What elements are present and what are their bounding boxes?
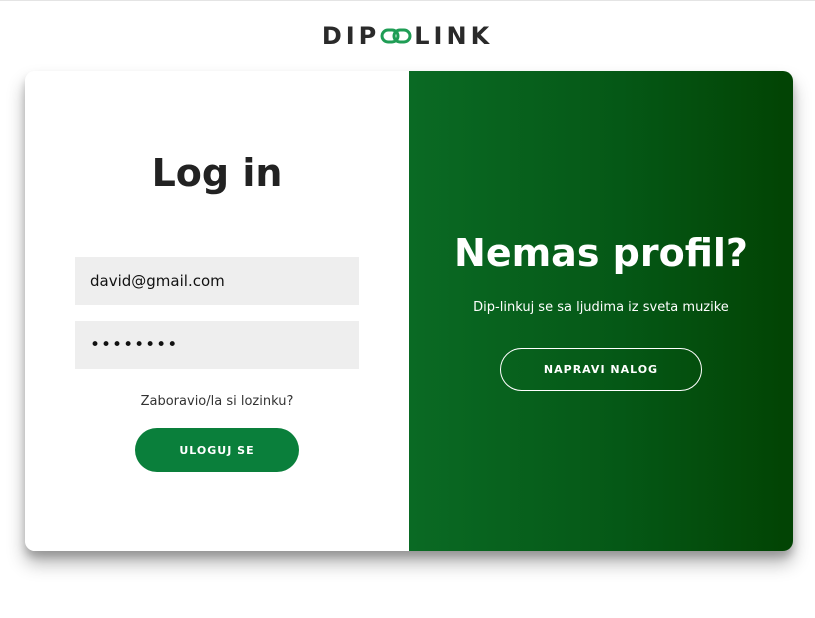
logo-text-left: DIP	[321, 22, 381, 50]
signup-subtitle: Dip-linkuj se sa ljudima iz sveta muzike	[473, 300, 729, 315]
create-account-button[interactable]: NAPRAVI NALOG	[500, 348, 702, 391]
email-field[interactable]	[75, 257, 359, 305]
logo-text-right: LINK	[414, 22, 494, 50]
forgot-password-link[interactable]: Zaboravio/la si lozinku?	[25, 394, 409, 409]
signup-panel: Nemas profil? Dip-linkuj se sa ljudima i…	[409, 71, 793, 551]
logo: DIP LINK	[0, 20, 815, 52]
auth-card: Log in Zaboravio/la si lozinku? ULOGUJ S…	[25, 71, 793, 551]
login-panel: Log in Zaboravio/la si lozinku? ULOGUJ S…	[25, 71, 409, 551]
chain-link-icon	[380, 23, 412, 45]
login-title: Log in	[151, 151, 283, 195]
signup-title: Nemas profil?	[454, 231, 748, 275]
top-divider	[0, 0, 815, 1]
login-button[interactable]: ULOGUJ SE	[135, 428, 299, 472]
password-field[interactable]	[75, 321, 359, 369]
